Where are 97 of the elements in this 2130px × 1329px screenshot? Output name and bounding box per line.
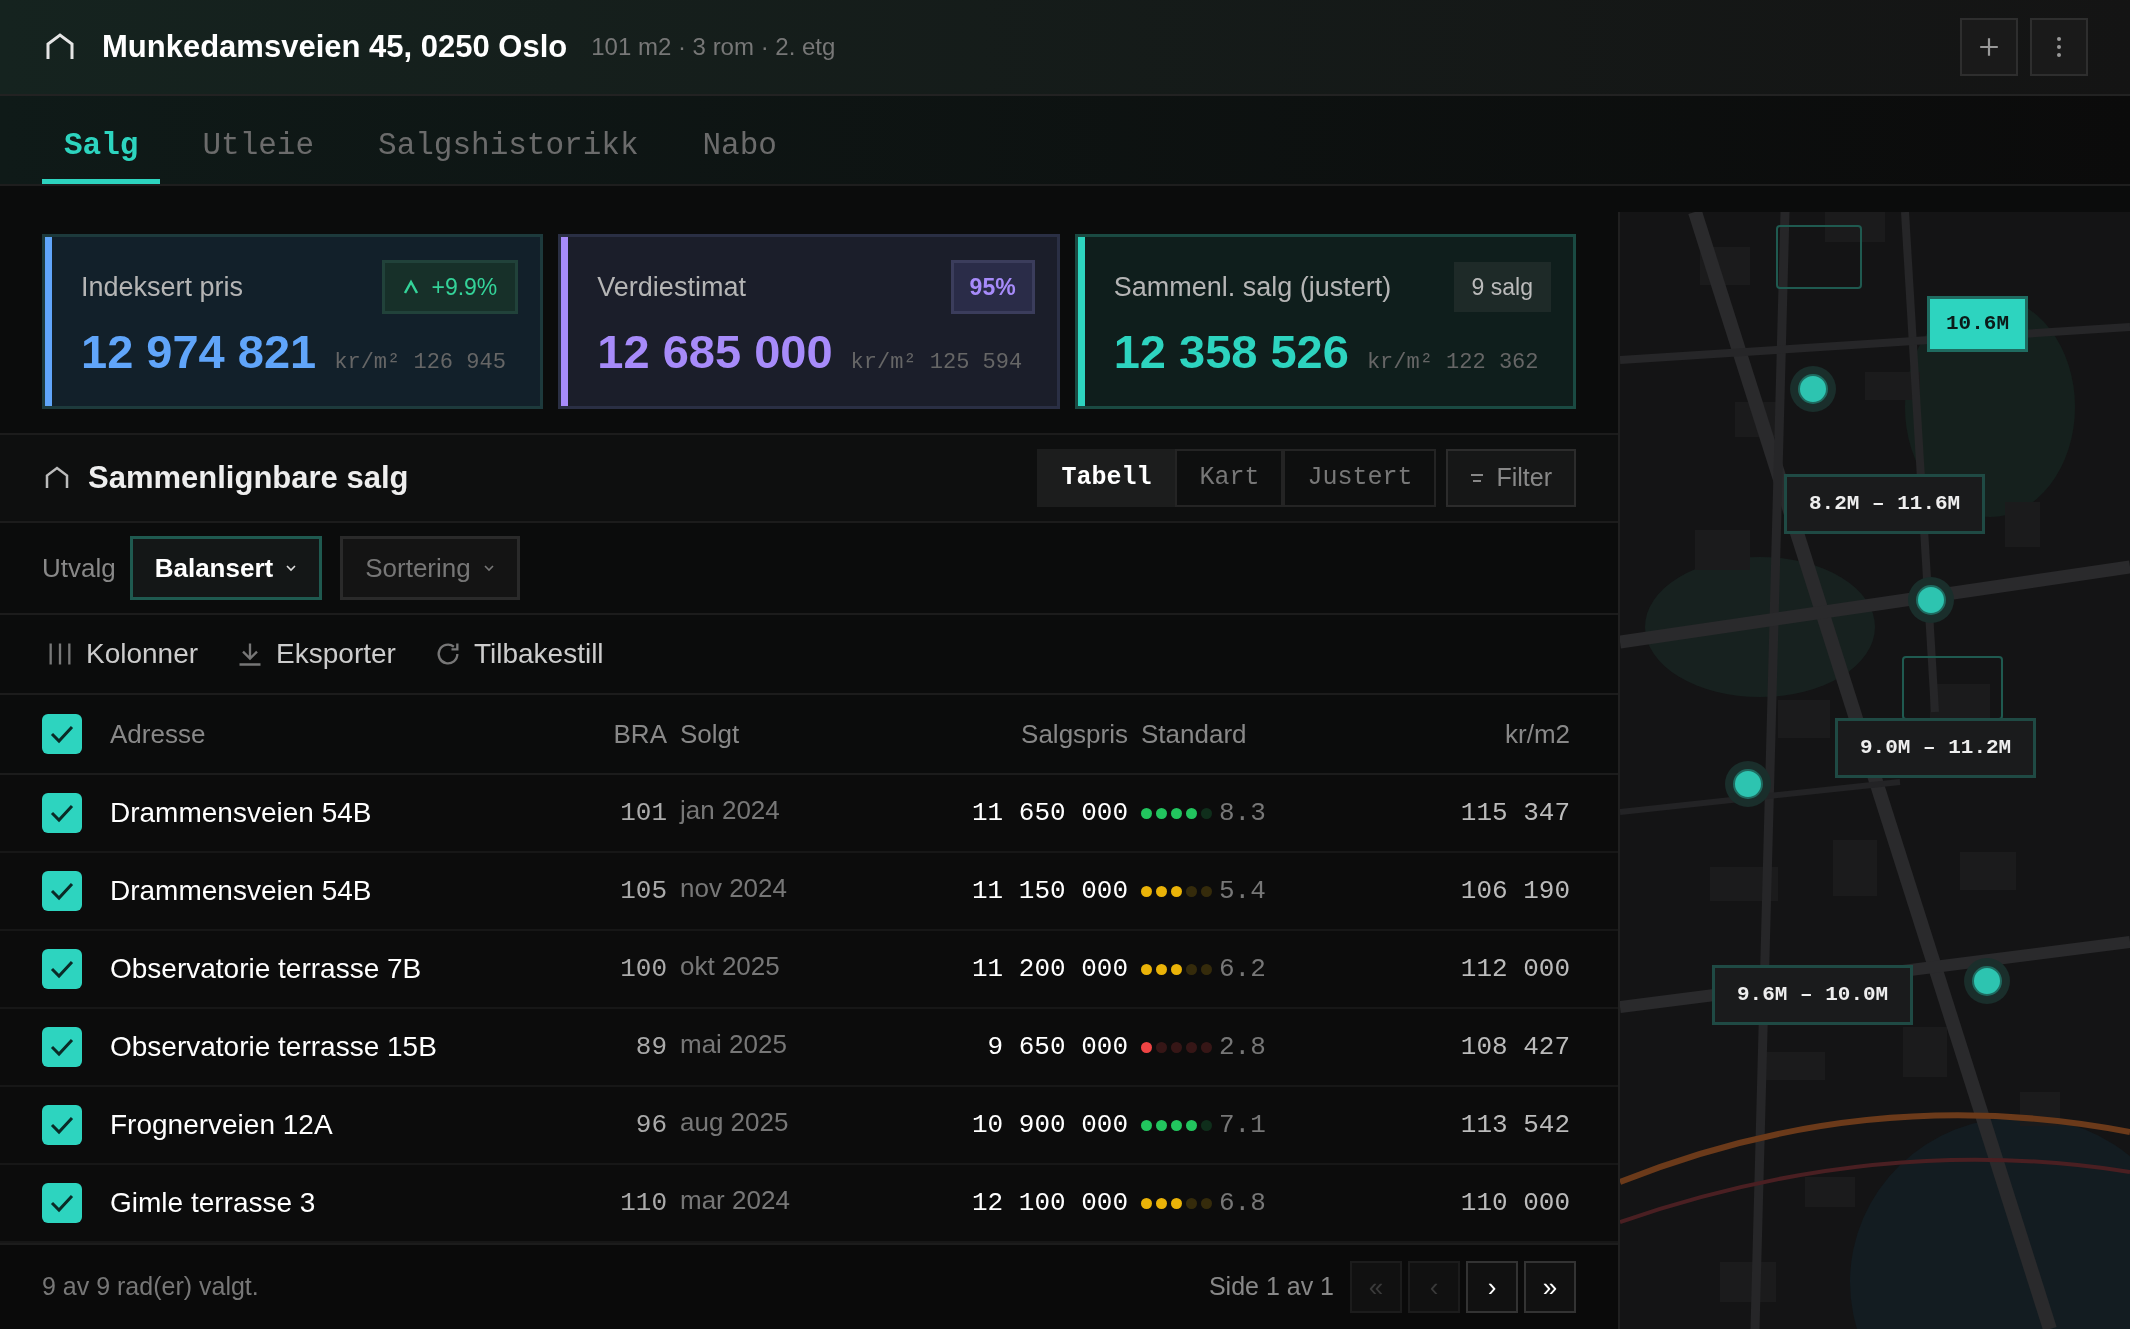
check-icon	[49, 1037, 75, 1057]
price-cell: 9 650 000	[987, 1031, 1128, 1062]
price-cell: 11 650 000	[971, 797, 1128, 828]
toolbar-button[interactable]: Eksporter	[236, 633, 396, 675]
date-cell: mai 2025	[680, 1029, 787, 1059]
tab[interactable]: Salg	[42, 114, 161, 184]
view-toggle[interactable]: Kart	[1175, 449, 1284, 507]
view-toggle[interactable]: Tabell	[1037, 449, 1176, 507]
dropdown[interactable]: Balansert	[129, 536, 323, 600]
score-cell-text: 7.1	[1219, 1108, 1266, 1142]
address-cell: Frognerveien 12A	[110, 1109, 333, 1140]
price-cell: 10 900 000	[971, 1109, 1128, 1140]
column-header: kr/m2	[1505, 718, 1570, 749]
page-button[interactable]: ›	[1466, 1261, 1518, 1313]
check-icon	[49, 1115, 75, 1135]
area-cell: 96	[635, 1109, 667, 1140]
card-label: Indeksert pris	[81, 270, 244, 304]
card-value: 12 685 000	[597, 324, 833, 380]
price-label[interactable]: 8.2M – 11.6M	[1784, 474, 1986, 534]
more-icon	[2056, 36, 2062, 58]
selection-count: 9 av 9 rad(er) valgt.	[42, 1271, 259, 1303]
address-cell: Gimle terrasse 3	[110, 1187, 316, 1218]
property-details: 101 m2 · 3 rom · 2. etg	[591, 32, 836, 62]
column-header: Standard	[1141, 718, 1247, 749]
price-per-m2-cell: 106 190	[1460, 875, 1570, 906]
check-icon	[49, 1193, 75, 1213]
page-indicator: Side 1 av 1	[1208, 1271, 1334, 1303]
check-icon	[49, 881, 75, 901]
toolbar-button[interactable]: Tilbakestill	[433, 633, 604, 675]
date-cell: nov 2024	[680, 873, 787, 903]
score-cell-text: 5.4	[1219, 874, 1266, 908]
checkbox[interactable]	[42, 949, 82, 989]
check-icon	[49, 959, 75, 979]
dropdown[interactable]: Sortering	[340, 536, 520, 600]
filter-button[interactable]: Filter	[1446, 449, 1576, 507]
area-cell: 105	[620, 875, 667, 906]
count-badge: 9 salg	[1453, 262, 1551, 312]
address-cell: Observatorie terrasse 7B	[110, 953, 422, 984]
page-button[interactable]: »	[1524, 1261, 1576, 1313]
checkbox[interactable]	[42, 1105, 82, 1145]
card-label: Sammenl. salg (justert)	[1113, 270, 1392, 304]
price-per-m2-cell: 113 542	[1460, 1109, 1570, 1140]
add-button[interactable]	[1960, 18, 2018, 76]
checkbox[interactable]	[42, 1027, 82, 1067]
checkbox[interactable]	[42, 793, 82, 833]
card-value: 12 358 526	[1113, 324, 1349, 380]
checkbox[interactable]	[42, 714, 82, 754]
column-header: Salgspris	[1021, 718, 1128, 749]
change-value: +9.9%	[431, 272, 498, 302]
price-label[interactable]: 9.6M – 10.0M	[1712, 965, 1914, 1025]
property-title: Munkedamsveien 45, 0250 Oslo	[102, 27, 568, 66]
price-per-m2: kr/m² 122 362	[1366, 349, 1539, 377]
checkbox[interactable]	[42, 1183, 82, 1223]
area-cell: 100	[620, 953, 667, 984]
date-cell: aug 2025	[680, 1107, 789, 1137]
column-header: Solgt	[680, 718, 740, 749]
up-icon	[403, 279, 420, 295]
date-cell: mar 2024	[680, 1185, 790, 1215]
price-per-m2-cell: 112 000	[1460, 953, 1570, 984]
card-label: Verdiestimat	[597, 270, 746, 304]
address-cell: Observatorie terrasse 15B	[110, 1031, 437, 1062]
filter-icon	[1470, 473, 1485, 483]
check-icon	[49, 803, 75, 823]
check-icon	[49, 724, 75, 744]
price-per-m2: kr/m² 125 594	[850, 349, 1023, 377]
caret-icon	[482, 564, 495, 572]
price-per-m2-cell: 110 000	[1460, 1187, 1570, 1218]
price-label[interactable]: 9.0M – 11.2M	[1835, 718, 2037, 778]
checkbox[interactable]	[42, 871, 82, 911]
selection-label: Utvalg	[42, 551, 116, 585]
price-label[interactable]: 10.6M	[1927, 296, 2028, 352]
price-per-m2-cell: 108 427	[1460, 1031, 1570, 1062]
area-cell: 89	[635, 1031, 667, 1062]
price-per-m2: kr/m² 126 945	[334, 349, 506, 377]
view-toggle[interactable]: Justert	[1283, 449, 1437, 507]
toolbar-button[interactable]: Kolonner	[46, 633, 199, 675]
card-value: 12 974 821	[81, 324, 317, 380]
price-cell: 12 100 000	[971, 1187, 1128, 1218]
price-per-m2-cell: 115 347	[1460, 797, 1570, 828]
address-cell: Drammensveien 54B	[110, 875, 372, 906]
score-cell-text: 8.3	[1219, 796, 1266, 830]
price-cell: 11 150 000	[971, 875, 1128, 906]
section-title: Sammenlignbare salg	[88, 458, 409, 497]
date-cell: jan 2024	[680, 795, 780, 825]
column-header: BRA	[613, 718, 667, 749]
price-cell: 11 200 000	[971, 953, 1128, 984]
score-cell-text: 6.2	[1219, 952, 1266, 986]
area-cell: 110	[620, 1187, 667, 1218]
address-cell: Drammensveien 54B	[110, 797, 372, 828]
caret-icon	[285, 564, 298, 572]
column-header: Adresse	[110, 718, 206, 749]
area-cell: 101	[620, 797, 667, 828]
plus-icon	[1978, 36, 2000, 58]
confidence-badge: 95%	[950, 260, 1035, 314]
date-cell: okt 2025	[680, 951, 780, 981]
score-cell-text: 2.8	[1219, 1030, 1266, 1064]
score-cell-text: 6.8	[1219, 1186, 1266, 1220]
